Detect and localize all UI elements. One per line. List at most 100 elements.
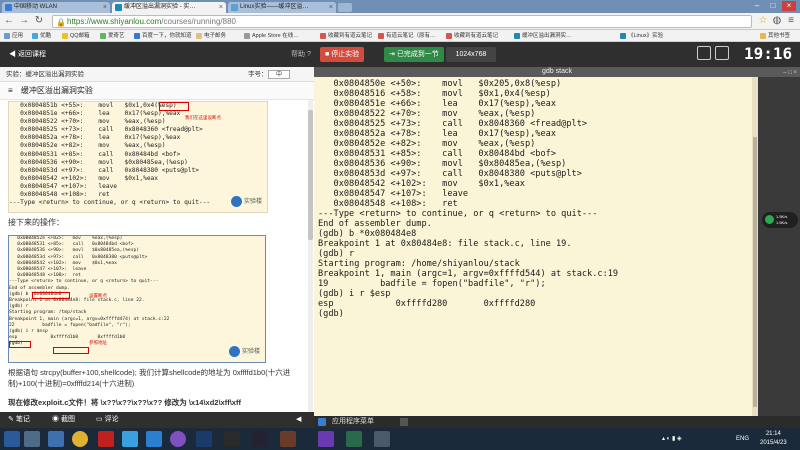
tab-buffer-overflow[interactable]: 缓冲区溢出漏洞实验 - 实… × xyxy=(112,2,226,13)
terminal-line: Breakpoint 1, main (argc=1, argv=0xffffd… xyxy=(318,269,619,279)
reload-icon[interactable]: ↻ xyxy=(33,15,45,27)
highlight-box xyxy=(32,292,70,299)
terminal-output[interactable]: 0x0804850e <+50>: movl $0x205,0x8(%esp) … xyxy=(314,77,752,416)
windows-taskbar: ▴ ◐ ▮ ◈ ENG 21:14 2015/4/23 xyxy=(0,428,800,450)
list-icon[interactable]: ≡ xyxy=(0,86,13,95)
taskbar-clock[interactable]: 21:14 2015/4/23 xyxy=(760,428,787,450)
bookmark-item[interactable]: 收藏到有道云笔记 xyxy=(320,31,372,41)
lightroom-icon[interactable] xyxy=(252,431,268,447)
tab-wlan[interactable]: 中国移动 WLAN × xyxy=(2,2,110,13)
visual-studio-icon[interactable] xyxy=(318,431,334,447)
shiyanlou-logo: 实验楼 xyxy=(231,196,262,207)
browser-tab-strip: 中国移动 WLAN × 缓冲区溢出漏洞实验 - 实… × Linux实验——缓冲… xyxy=(0,0,800,13)
caption-text: 接下来的操作： xyxy=(8,218,64,227)
app-icon[interactable] xyxy=(48,431,64,447)
terminal-line: 0x08048536 <+90>: movl $0x80485ea,(%esp) xyxy=(318,159,567,169)
app-icon[interactable] xyxy=(122,431,138,447)
annotation-text: 我们在这里设断点 xyxy=(185,116,221,121)
app-icon[interactable] xyxy=(224,431,240,447)
pencil-icon: ✎ xyxy=(8,416,14,423)
course-toolbar: ◀ 返回课程 帮助 ? ■ 停止实验 ⇥ 已完成到一节 1024x768 19:… xyxy=(0,42,800,67)
close-window-icon[interactable]: × xyxy=(782,1,796,11)
camera-icon: ◉ xyxy=(52,416,59,423)
back-to-course-button[interactable]: ◀ 返回课程 xyxy=(4,47,51,62)
bookmark-item[interactable]: 优酷 xyxy=(32,31,51,41)
star-icon[interactable]: ☆ xyxy=(757,15,769,27)
bookmark-item[interactable]: 应用 xyxy=(4,31,23,41)
help-link[interactable]: 帮助 ? xyxy=(286,47,316,62)
terminal-line: 0x08048542 <+102>: mov $0x1,%eax xyxy=(318,179,525,189)
app-icon[interactable] xyxy=(146,431,162,447)
start-icon[interactable] xyxy=(4,431,20,447)
chrome-icon[interactable] xyxy=(72,431,88,447)
bookmark-item[interactable]: 收藏到有道云笔记 xyxy=(446,31,498,41)
next-section-button[interactable]: ⇥ 已完成到一节 xyxy=(384,47,444,62)
app-menu-icon[interactable] xyxy=(318,418,326,426)
close-icon[interactable]: × xyxy=(103,2,107,13)
bookmarks-bar: 应用 优酷 QQ邮箱 爱奇艺 百度一下，你就知道 电子邮务 Apple Stor… xyxy=(0,30,800,42)
tab-linux-lab[interactable]: Linux实验——缓冲区溢… × xyxy=(228,2,336,13)
collapse-icon[interactable]: ◀ xyxy=(296,412,301,428)
bookmark-item[interactable]: Apple Store 在线… xyxy=(244,31,299,41)
annotation-text: 设置断点 xyxy=(89,294,107,299)
screenshot-button[interactable]: ◉ 截图 xyxy=(52,412,75,428)
terminal-task-icon[interactable] xyxy=(400,418,408,426)
bookmark-item[interactable]: 缓冲区溢出漏洞实… xyxy=(514,31,572,41)
font-size-select[interactable]: 中 xyxy=(268,70,290,79)
terminal-line: 0x0804851e <+66>: lea 0x17(%esp),%eax xyxy=(318,99,556,109)
minimize-icon[interactable]: – xyxy=(750,1,764,11)
bookmark-item[interactable]: 其他书签 xyxy=(760,31,790,41)
highlight-box xyxy=(9,341,31,348)
bookmark-item[interactable]: QQ邮箱 xyxy=(62,31,90,41)
network-icon xyxy=(765,215,774,224)
notes-button[interactable]: ✎ 笔记 xyxy=(8,412,30,428)
tab-favicon-icon xyxy=(231,4,238,11)
bookmark-item[interactable]: 电子邮务 xyxy=(196,31,226,41)
highlight-box xyxy=(53,347,89,354)
vm-taskbar: 应用程序菜单 xyxy=(314,416,800,428)
terminal-line: 0x0804852e <+82>: mov %eax,(%esp) xyxy=(318,139,536,149)
terminal-line: 0x08048547 <+107>: leave xyxy=(318,189,469,199)
app-menu-button[interactable]: 应用程序菜单 xyxy=(332,416,374,428)
settings-icon[interactable] xyxy=(715,46,729,60)
app-icon[interactable] xyxy=(346,431,362,447)
url-host: https://www.shiyanlou.com xyxy=(67,17,162,26)
explanation-text: 根据语句 strcpy(buffer+100,shellcode); 我们计算s… xyxy=(8,368,291,388)
app-icon[interactable] xyxy=(98,431,114,447)
scrollbar-thumb[interactable] xyxy=(308,110,313,240)
new-tab-button[interactable] xyxy=(338,3,352,12)
tray-icons[interactable]: ▴ ◐ ▮ ◈ xyxy=(662,428,682,450)
scrollbar-thumb[interactable] xyxy=(753,137,757,407)
forward-arrow-icon[interactable]: → xyxy=(18,15,30,27)
maximize-icon[interactable]: □ xyxy=(766,1,780,11)
close-icon[interactable]: × xyxy=(219,2,223,13)
ime-indicator[interactable]: ENG xyxy=(736,428,749,450)
bookmark-item[interactable]: 爱奇艺 xyxy=(100,31,125,41)
bookmark-item[interactable]: 《Linux》实验 xyxy=(620,31,663,41)
app-icon[interactable] xyxy=(280,431,296,447)
bookmark-item[interactable]: 百度一下，你就知道 xyxy=(134,31,192,41)
comment-button[interactable]: ▭ 评论 xyxy=(96,412,119,428)
back-arrow-icon[interactable]: ← xyxy=(3,15,15,27)
code-line: 0x08048522 <+70>: mov %eax,(%esp) xyxy=(9,118,166,126)
photoshop-icon[interactable] xyxy=(196,431,212,447)
app-icon[interactable] xyxy=(374,431,390,447)
shiyanlou-logo: 实验楼 xyxy=(229,346,260,357)
panel-scrollbar[interactable] xyxy=(308,100,313,412)
code-line: 0x08048547 <+107>: leave xyxy=(9,182,118,190)
close-icon[interactable]: × xyxy=(329,2,333,13)
menu-icon[interactable]: ≡ xyxy=(785,15,797,27)
terminal-line: End of assembler dump. xyxy=(318,219,432,229)
terminal-line: 0x08048522 <+70>: mov %eax,(%esp) xyxy=(318,109,536,119)
explorer-icon[interactable] xyxy=(24,431,40,447)
terminal-line: esp 0xffffd280 0xffffd280 xyxy=(318,299,536,309)
bookmark-item[interactable]: 有道云笔记（原有… xyxy=(378,31,436,41)
app-icon[interactable] xyxy=(170,431,186,447)
fullscreen-icon[interactable] xyxy=(697,46,711,60)
extension-icon[interactable]: ◍ xyxy=(771,15,783,27)
resolution-select[interactable]: 1024x768 xyxy=(446,47,496,62)
highlight-box xyxy=(159,102,189,111)
instruction-text: 现在修改exploit.c文件！将 \x??\x??\x??\x?? 修改为 \… xyxy=(8,398,241,407)
stop-lab-button[interactable]: ■ 停止实验 xyxy=(320,47,365,62)
url-input[interactable]: 🔒 https://www.shiyanlou.com/courses/runn… xyxy=(52,15,752,28)
